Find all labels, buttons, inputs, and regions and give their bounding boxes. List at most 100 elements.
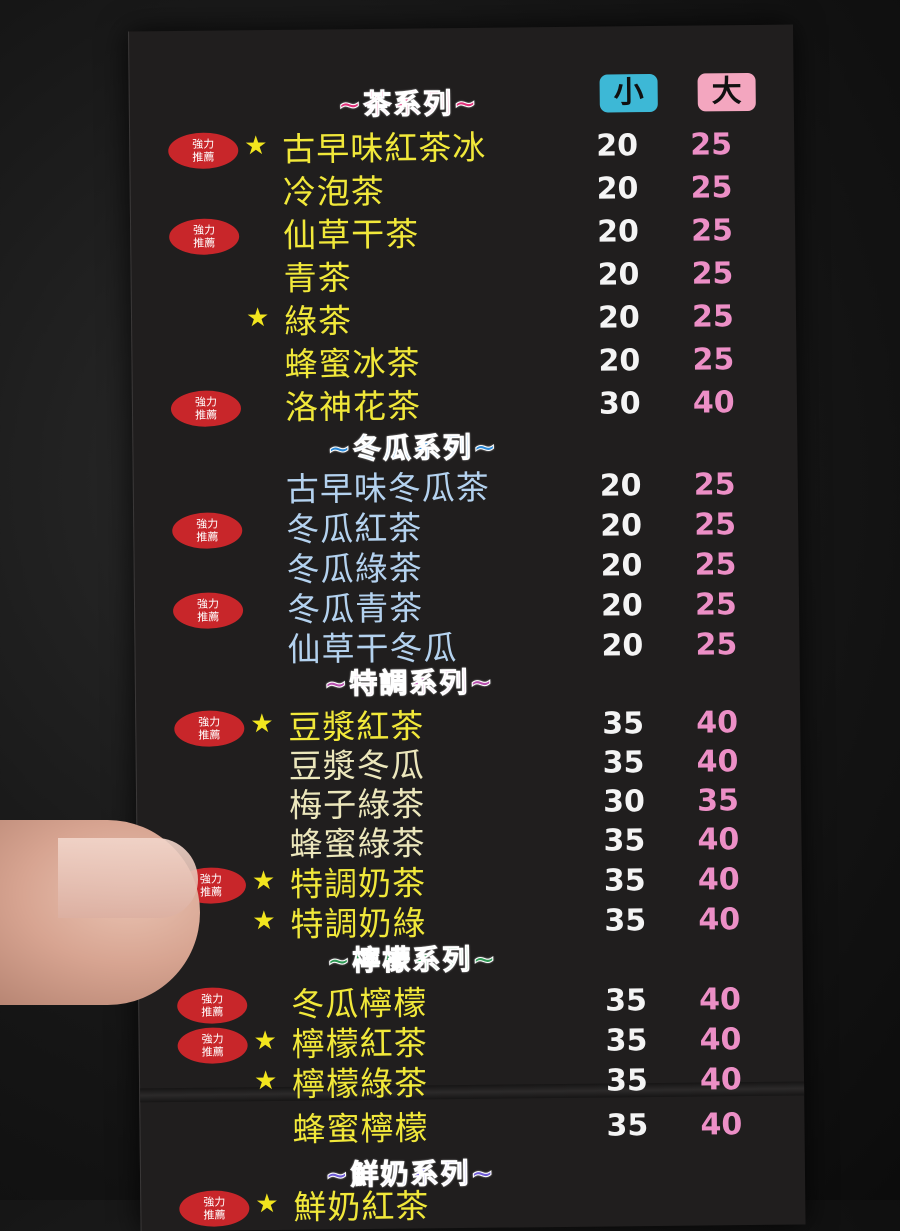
price-small: 35 (604, 903, 647, 939)
price-small: 20 (596, 171, 639, 207)
menu-item-name: 蜂蜜檸檬 (292, 1108, 429, 1149)
price-small: 20 (598, 343, 641, 379)
price-small: 20 (597, 300, 640, 336)
menu-item-name: 豆漿冬瓜 (288, 745, 425, 786)
menu-item-row: 強力 推薦 ★ 檸檬紅茶 35 40 (139, 1019, 803, 1066)
menu-item-name: 冷泡茶 (282, 171, 385, 212)
recommend-badge: 強力 推薦 (177, 987, 248, 1025)
menu-item-row: 冷泡茶 20 25 (131, 168, 795, 215)
menu-item-row: 強力 推薦 ★ 特調奶茶 35 40 (138, 859, 802, 906)
menu-item-name: 仙草干冬瓜 (287, 628, 458, 669)
price-large: 25 (693, 467, 736, 503)
menu-item-name: 特調奶茶 (289, 863, 427, 904)
menu-item-name: 古早味冬瓜茶 (285, 467, 491, 509)
menu-item-name: 洛神花茶 (284, 386, 422, 427)
recommend-badge: 強力 推薦 (170, 390, 242, 428)
price-small: 35 (603, 863, 646, 899)
badge-line: 推薦 (198, 728, 221, 742)
price-small: 35 (603, 823, 646, 859)
price-large: 40 (700, 1107, 743, 1143)
badge-line: 推薦 (193, 236, 216, 250)
price-large: 25 (692, 342, 735, 378)
price-small: 20 (600, 588, 643, 624)
menu-item-row: ★ 特調奶綠 35 40 (138, 899, 802, 946)
header-tea-series: ~茶系列~ (337, 86, 479, 122)
price-small: 35 (605, 983, 648, 1019)
price-large: 40 (697, 862, 740, 898)
badge-line: 強力 (196, 597, 220, 611)
menu-item-name: 綠茶 (283, 301, 353, 341)
price-large: 25 (691, 256, 734, 292)
recommend-badge: 強力 推薦 (179, 1190, 250, 1228)
badge-line: 強力 (194, 395, 217, 409)
price-large: 40 (698, 902, 741, 938)
price-small: 35 (605, 1023, 648, 1059)
badge-line: 推薦 (197, 610, 220, 624)
badge-line: 推薦 (203, 1208, 226, 1222)
menu-item-row: 強力 推薦 冬瓜青茶 20 25 (135, 584, 799, 631)
price-large: 25 (694, 507, 737, 543)
badge-line: 強力 (193, 223, 216, 237)
size-large-tag: 大 (697, 72, 756, 112)
price-large: 40 (696, 744, 739, 780)
star-icon: ★ (250, 708, 274, 740)
price-large: 40 (699, 982, 742, 1018)
price-small: 20 (597, 257, 640, 293)
recommend-badge: 強力 推薦 (174, 710, 245, 748)
badge-line: 強力 (196, 517, 219, 531)
menu-item-name: 冬瓜綠茶 (286, 548, 423, 589)
recommend-badge: 強力 推薦 (177, 1027, 248, 1065)
star-icon: ★ (255, 1188, 279, 1220)
badge-line: 強力 (203, 1195, 226, 1209)
menu-item-name: 青茶 (283, 258, 352, 298)
price-small: 20 (596, 128, 639, 164)
star-icon: ★ (252, 905, 276, 937)
menu-item-name: 豆漿紅茶 (288, 706, 425, 747)
menu-item-row: ★ 檸檬綠茶 35 40 (140, 1059, 804, 1106)
menu-card: 小 大 ~茶系列~ ~冬瓜系列~ ~特調系列~ ~檸檬系列~ ~鮮奶系列~ 強力… (128, 24, 806, 1231)
price-large: 25 (694, 547, 737, 583)
recommend-badge: 強力 推薦 (172, 592, 244, 630)
price-small: 20 (596, 214, 640, 250)
price-small: 20 (601, 628, 644, 664)
menu-item-name: 冬瓜紅茶 (286, 508, 423, 549)
badge-line: 推薦 (192, 150, 215, 164)
badge-line: 強力 (192, 137, 215, 151)
menu-item-name: 仙草干茶 (282, 214, 420, 255)
menu-item-row: ★ 綠茶 20 25 (132, 297, 796, 344)
star-icon: ★ (253, 1025, 278, 1057)
star-icon: ★ (244, 131, 268, 162)
price-large: 40 (696, 705, 739, 741)
menu-item-name: 古早味紅茶冰 (282, 127, 487, 169)
recommend-badge: 強力 推薦 (168, 218, 240, 256)
price-large: 25 (690, 170, 733, 206)
menu-item-row: 強力 推薦 冬瓜紅茶 20 25 (134, 504, 798, 551)
menu-item-row: 強力 推薦 冬瓜檸檬 35 40 (139, 979, 803, 1026)
price-large: 25 (694, 587, 737, 623)
price-small: 35 (602, 745, 645, 781)
price-large: 40 (699, 1022, 742, 1058)
menu-item-name: 蜂蜜冰茶 (284, 343, 421, 384)
star-icon: ★ (251, 865, 276, 897)
price-small: 20 (600, 508, 643, 544)
menu-item-name: 檸檬綠茶 (291, 1063, 429, 1104)
menu-item-row: 蜂蜜檸檬 35 40 (140, 1104, 804, 1151)
badge-line: 強力 (201, 1032, 224, 1046)
menu-item-row: 蜂蜜冰茶 20 25 (132, 340, 796, 387)
price-small: 20 (599, 468, 642, 504)
menu-item-name: 特調奶綠 (290, 903, 427, 944)
star-icon: ★ (253, 1065, 278, 1097)
menu-item-name: 冬瓜檸檬 (291, 983, 428, 1024)
recommend-badge: 強力 推薦 (172, 512, 243, 550)
menu-item-row: 強力 推薦 ★ 鮮奶紅茶 (141, 1182, 805, 1229)
badge-line: 強力 (198, 715, 221, 729)
price-large: 25 (695, 627, 738, 663)
menu-item-row: 青茶 20 25 (131, 254, 795, 301)
menu-item-row: 強力 推薦 洛神花茶 30 40 (133, 382, 797, 429)
recommend-badge: 強力 推薦 (168, 132, 239, 170)
price-large: 25 (690, 127, 733, 163)
fingernail (58, 838, 198, 918)
star-icon: ★ (245, 303, 270, 334)
menu-item-row: 強力 推薦 仙草干茶 20 25 (131, 211, 795, 258)
price-small: 35 (606, 1108, 649, 1144)
